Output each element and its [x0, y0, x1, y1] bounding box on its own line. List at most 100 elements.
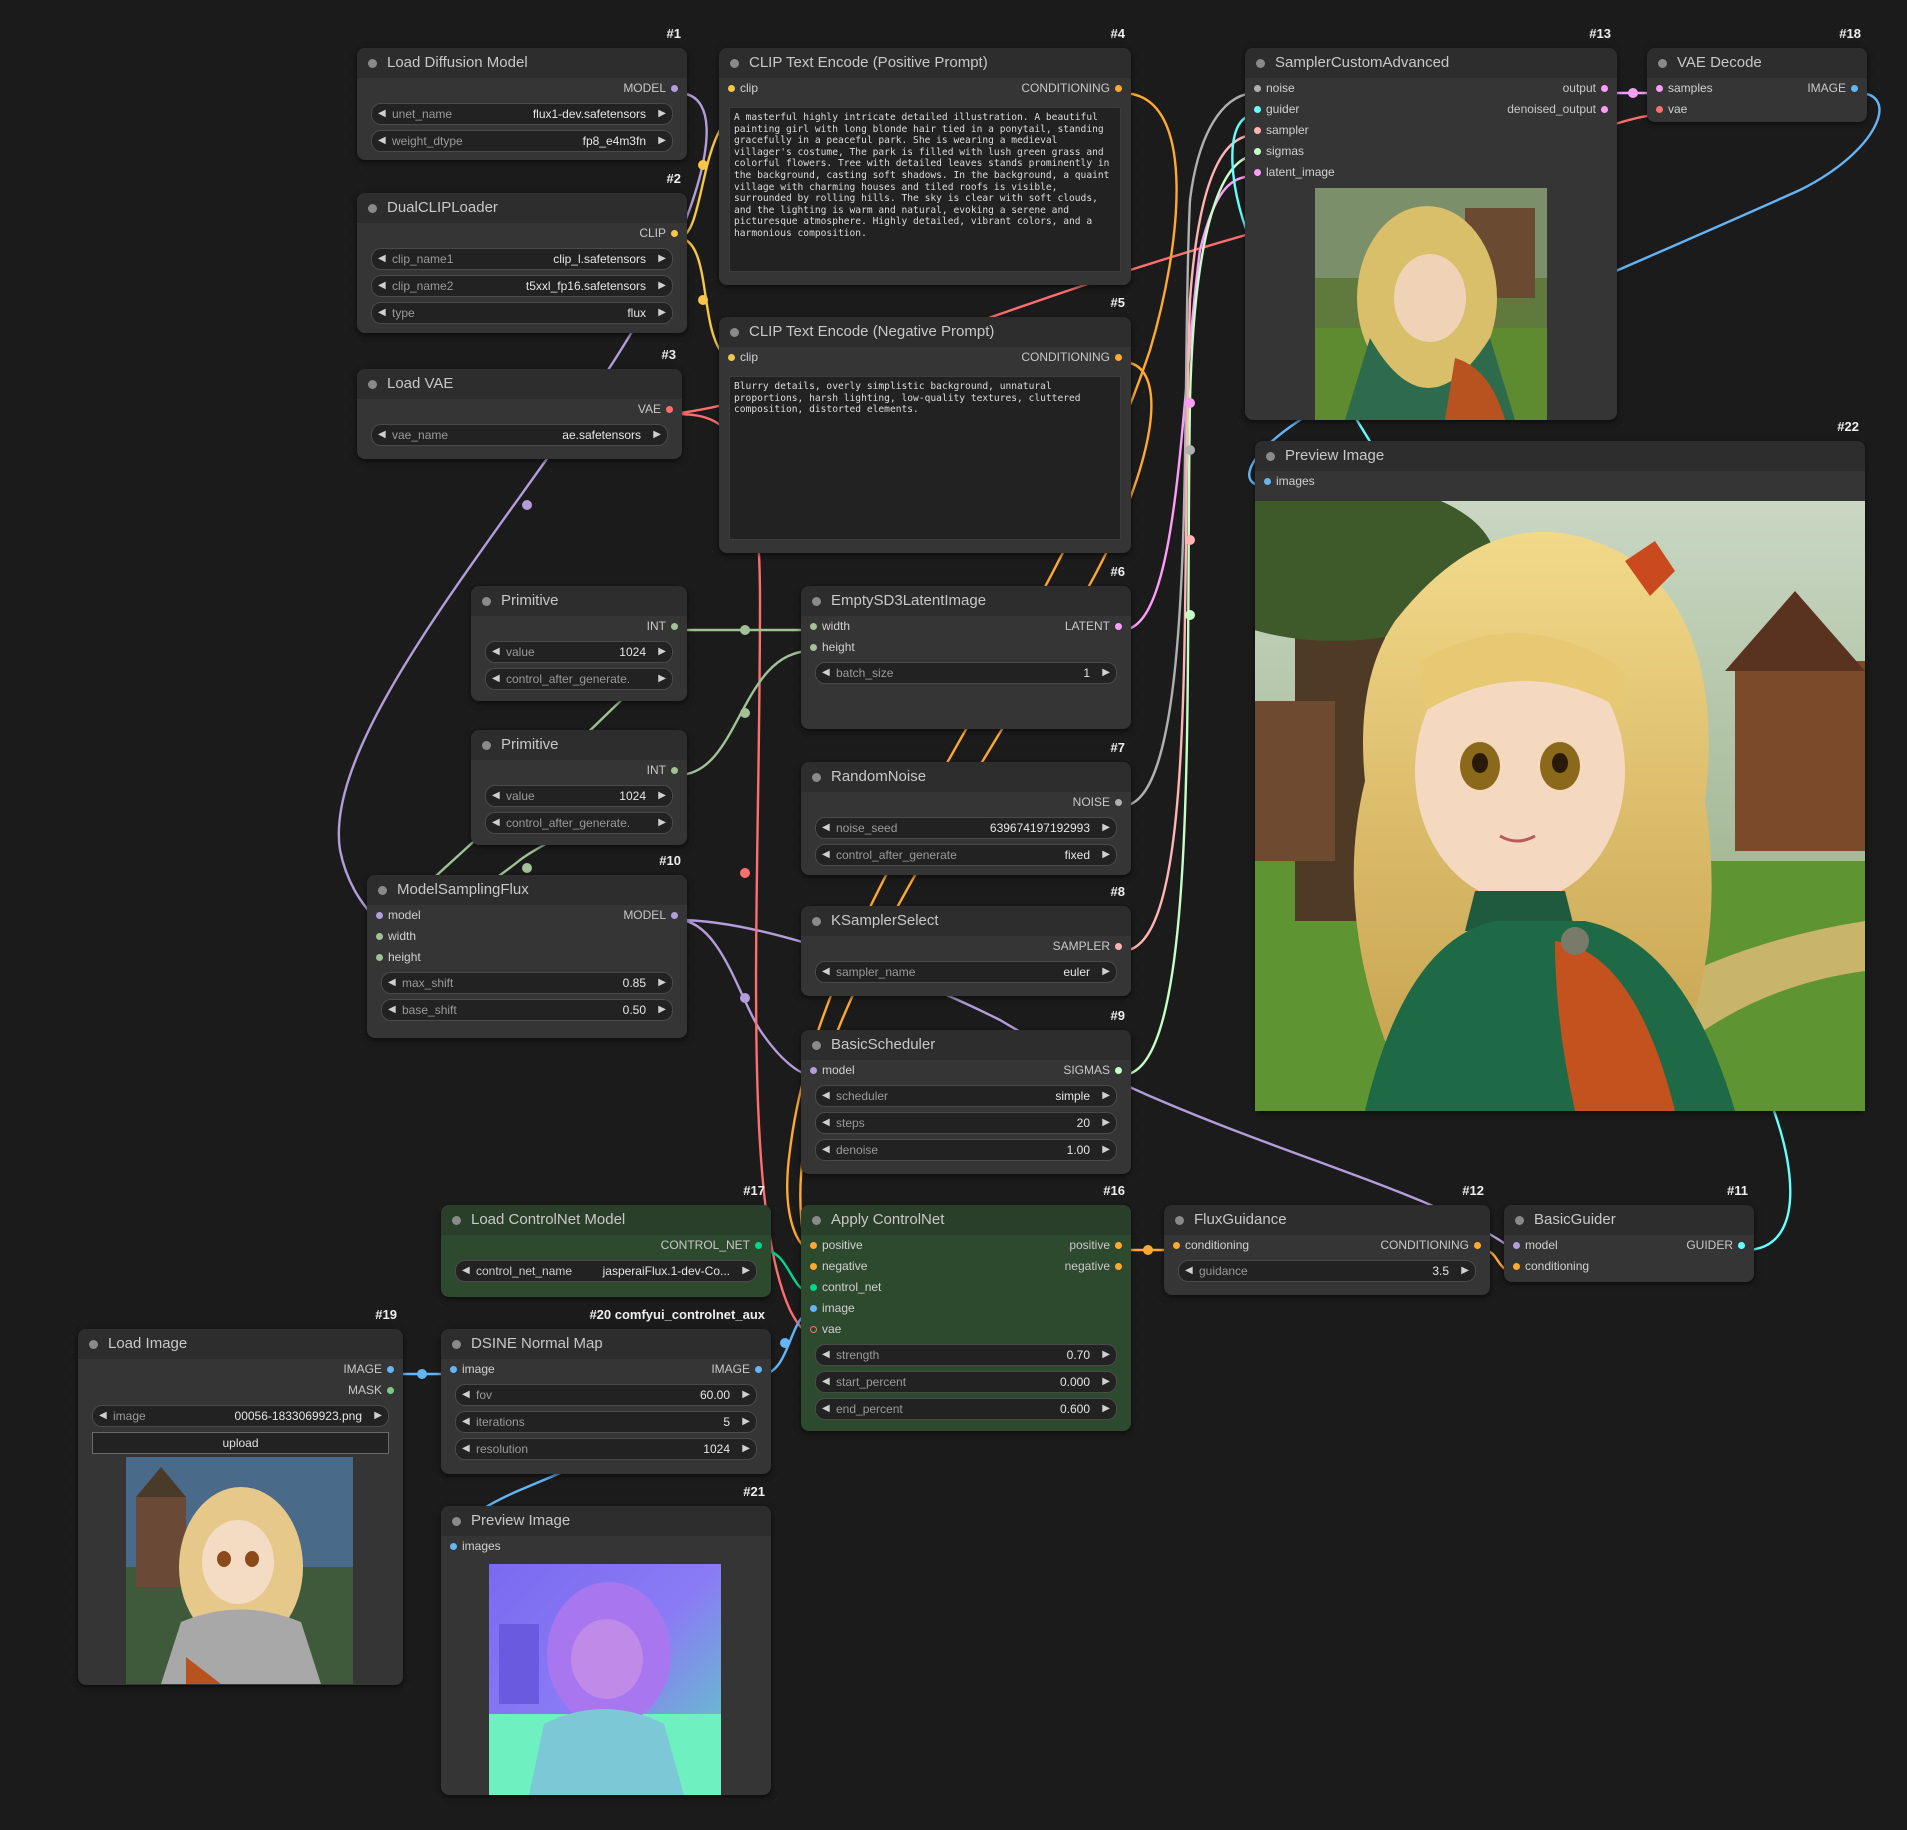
- node-title[interactable]: FluxGuidance: [1164, 1205, 1490, 1235]
- node-title[interactable]: Load Image: [78, 1329, 403, 1359]
- arrow-right-icon[interactable]: ▶: [1102, 1140, 1110, 1160]
- widget-weight-dtype[interactable]: ◀ weight_dtype fp8_e4m3fn ▶: [371, 130, 673, 152]
- node-load-vae[interactable]: #3 Load VAE VAE ◀ vae_name ae.safetensors ▶: [357, 347, 682, 459]
- slot-dot-icon[interactable]: [1115, 943, 1122, 950]
- slot-dot-icon[interactable]: [1601, 106, 1608, 113]
- arrow-left-icon[interactable]: ◀: [462, 1261, 470, 1281]
- collapse-dot-icon[interactable]: [1658, 59, 1667, 68]
- output-conditioning[interactable]: CONDITIONING: [1021, 78, 1122, 99]
- arrow-left-icon[interactable]: ◀: [99, 1406, 107, 1426]
- collapse-dot-icon[interactable]: [812, 1041, 821, 1050]
- arrow-left-icon[interactable]: ◀: [388, 973, 396, 993]
- output-clip[interactable]: CLIP: [639, 223, 678, 244]
- arrow-left-icon[interactable]: ◀: [492, 813, 500, 833]
- output-mask[interactable]: MASK: [348, 1380, 394, 1401]
- collapse-dot-icon[interactable]: [89, 1340, 98, 1349]
- slot-dot-icon[interactable]: [666, 406, 673, 413]
- slot-dot-icon[interactable]: [1115, 1263, 1122, 1270]
- widget-unet-name[interactable]: ◀ unet_name flux1-dev.safetensors ▶: [371, 103, 673, 125]
- widget-control-after-generate[interactable]: ◀ control_after_generate fixed ▶: [815, 844, 1117, 866]
- output-sigmas[interactable]: SIGMAS: [1063, 1060, 1122, 1081]
- node-load-controlnet-model[interactable]: #17 Load ControlNet Model CONTROL_NET ◀ c…: [441, 1183, 771, 1297]
- collapse-dot-icon[interactable]: [1266, 452, 1275, 461]
- node-title[interactable]: ModelSamplingFlux: [367, 875, 687, 905]
- slot-dot-icon[interactable]: [1115, 799, 1122, 806]
- input-clip[interactable]: clip: [728, 78, 758, 99]
- node-title[interactable]: Primitive: [471, 730, 687, 760]
- arrow-left-icon[interactable]: ◀: [822, 1399, 830, 1419]
- slot-dot-icon[interactable]: [376, 954, 383, 961]
- node-title[interactable]: BasicScheduler: [801, 1030, 1131, 1060]
- node-title[interactable]: Primitive: [471, 586, 687, 616]
- output-conditioning[interactable]: CONDITIONING: [1021, 347, 1122, 368]
- slot-dot-icon[interactable]: [1254, 127, 1261, 134]
- widget-control-after-generate[interactable]: ◀ control_after_generate. ▶: [485, 668, 673, 690]
- arrow-left-icon[interactable]: ◀: [378, 425, 386, 445]
- slot-dot-icon[interactable]: [376, 912, 383, 919]
- collapse-dot-icon[interactable]: [452, 1340, 461, 1349]
- slot-dot-icon[interactable]: [1115, 85, 1122, 92]
- slot-dot-icon[interactable]: [810, 1284, 817, 1291]
- slot-dot-icon[interactable]: [1115, 623, 1122, 630]
- slot-dot-icon[interactable]: [1115, 354, 1122, 361]
- node-title[interactable]: Load VAE: [357, 369, 682, 399]
- node-flux-guidance[interactable]: #12 FluxGuidance conditioning CONDITIONI…: [1164, 1183, 1490, 1295]
- arrow-right-icon[interactable]: ▶: [1102, 1399, 1110, 1419]
- input-positive[interactable]: positive: [810, 1235, 863, 1256]
- arrow-left-icon[interactable]: ◀: [378, 276, 386, 296]
- input-height[interactable]: height: [376, 947, 421, 968]
- arrow-right-icon[interactable]: ▶: [742, 1412, 750, 1432]
- collapse-dot-icon[interactable]: [730, 59, 739, 68]
- output-model[interactable]: MODEL: [623, 905, 678, 926]
- arrow-left-icon[interactable]: ◀: [822, 962, 830, 982]
- arrow-right-icon[interactable]: ▶: [658, 973, 666, 993]
- node-title[interactable]: CLIP Text Encode (Positive Prompt): [719, 48, 1131, 78]
- node-basic-scheduler[interactable]: #9 BasicScheduler model SIGMAS ◀ schedule…: [801, 1008, 1131, 1174]
- input-image[interactable]: image: [450, 1359, 495, 1380]
- slot-dot-icon[interactable]: [1254, 85, 1261, 92]
- collapse-dot-icon[interactable]: [730, 328, 739, 337]
- output-denoised-output[interactable]: denoised_output: [1507, 99, 1608, 120]
- collapse-dot-icon[interactable]: [368, 204, 377, 213]
- node-title[interactable]: Apply ControlNet: [801, 1205, 1131, 1235]
- arrow-right-icon[interactable]: ▶: [1102, 845, 1110, 865]
- arrow-left-icon[interactable]: ◀: [822, 1372, 830, 1392]
- node-title[interactable]: Load Diffusion Model: [357, 48, 687, 78]
- collapse-dot-icon[interactable]: [1515, 1216, 1524, 1225]
- input-height[interactable]: height: [810, 637, 855, 658]
- node-preview-image-output[interactable]: #22 Preview Image images: [1255, 419, 1865, 1111]
- widget-base-shift[interactable]: ◀ base_shift 0.50 ▶: [381, 999, 673, 1021]
- node-title[interactable]: DualCLIPLoader: [357, 193, 687, 223]
- node-title[interactable]: VAE Decode: [1647, 48, 1867, 78]
- widget-denoise[interactable]: ◀ denoise 1.00 ▶: [815, 1139, 1117, 1161]
- output-conditioning[interactable]: CONDITIONING: [1380, 1235, 1481, 1256]
- widget-noise-seed[interactable]: ◀ noise_seed 639674197192993 ▶: [815, 817, 1117, 839]
- arrow-left-icon[interactable]: ◀: [492, 786, 500, 806]
- arrow-right-icon[interactable]: ▶: [1461, 1261, 1469, 1281]
- input-control-net[interactable]: control_net: [810, 1277, 881, 1298]
- output-int[interactable]: INT: [647, 616, 678, 637]
- node-title[interactable]: BasicGuider: [1504, 1205, 1754, 1235]
- arrow-left-icon[interactable]: ◀: [1185, 1261, 1193, 1281]
- arrow-right-icon[interactable]: ▶: [658, 104, 666, 124]
- arrow-right-icon[interactable]: ▶: [1102, 1113, 1110, 1133]
- arrow-right-icon[interactable]: ▶: [658, 642, 666, 662]
- widget-steps[interactable]: ◀ steps 20 ▶: [815, 1112, 1117, 1134]
- widget-vae-name[interactable]: ◀ vae_name ae.safetensors ▶: [371, 424, 668, 446]
- widget-image-file[interactable]: ◀ image 00056-1833069923.png ▶: [92, 1405, 389, 1427]
- arrow-left-icon[interactable]: ◀: [822, 663, 830, 683]
- input-sigmas[interactable]: sigmas: [1254, 141, 1304, 162]
- slot-dot-icon[interactable]: [1264, 478, 1271, 485]
- input-negative[interactable]: negative: [810, 1256, 867, 1277]
- node-empty-sd3-latent-image[interactable]: #6 EmptySD3LatentImage width LATENT heig…: [801, 564, 1131, 729]
- arrow-left-icon[interactable]: ◀: [462, 1439, 470, 1459]
- node-load-image[interactable]: #19 Load Image IMAGE MASK ◀ image 00056-18…: [78, 1307, 403, 1685]
- arrow-right-icon[interactable]: ▶: [658, 131, 666, 151]
- output-latent[interactable]: LATENT: [1065, 616, 1122, 637]
- slot-dot-icon[interactable]: [387, 1387, 394, 1394]
- input-guider[interactable]: guider: [1254, 99, 1299, 120]
- node-title[interactable]: RandomNoise: [801, 762, 1131, 792]
- collapse-dot-icon[interactable]: [812, 1216, 821, 1225]
- node-title[interactable]: KSamplerSelect: [801, 906, 1131, 936]
- widget-clip-name1[interactable]: ◀ clip_name1 clip_l.safetensors ▶: [371, 248, 673, 270]
